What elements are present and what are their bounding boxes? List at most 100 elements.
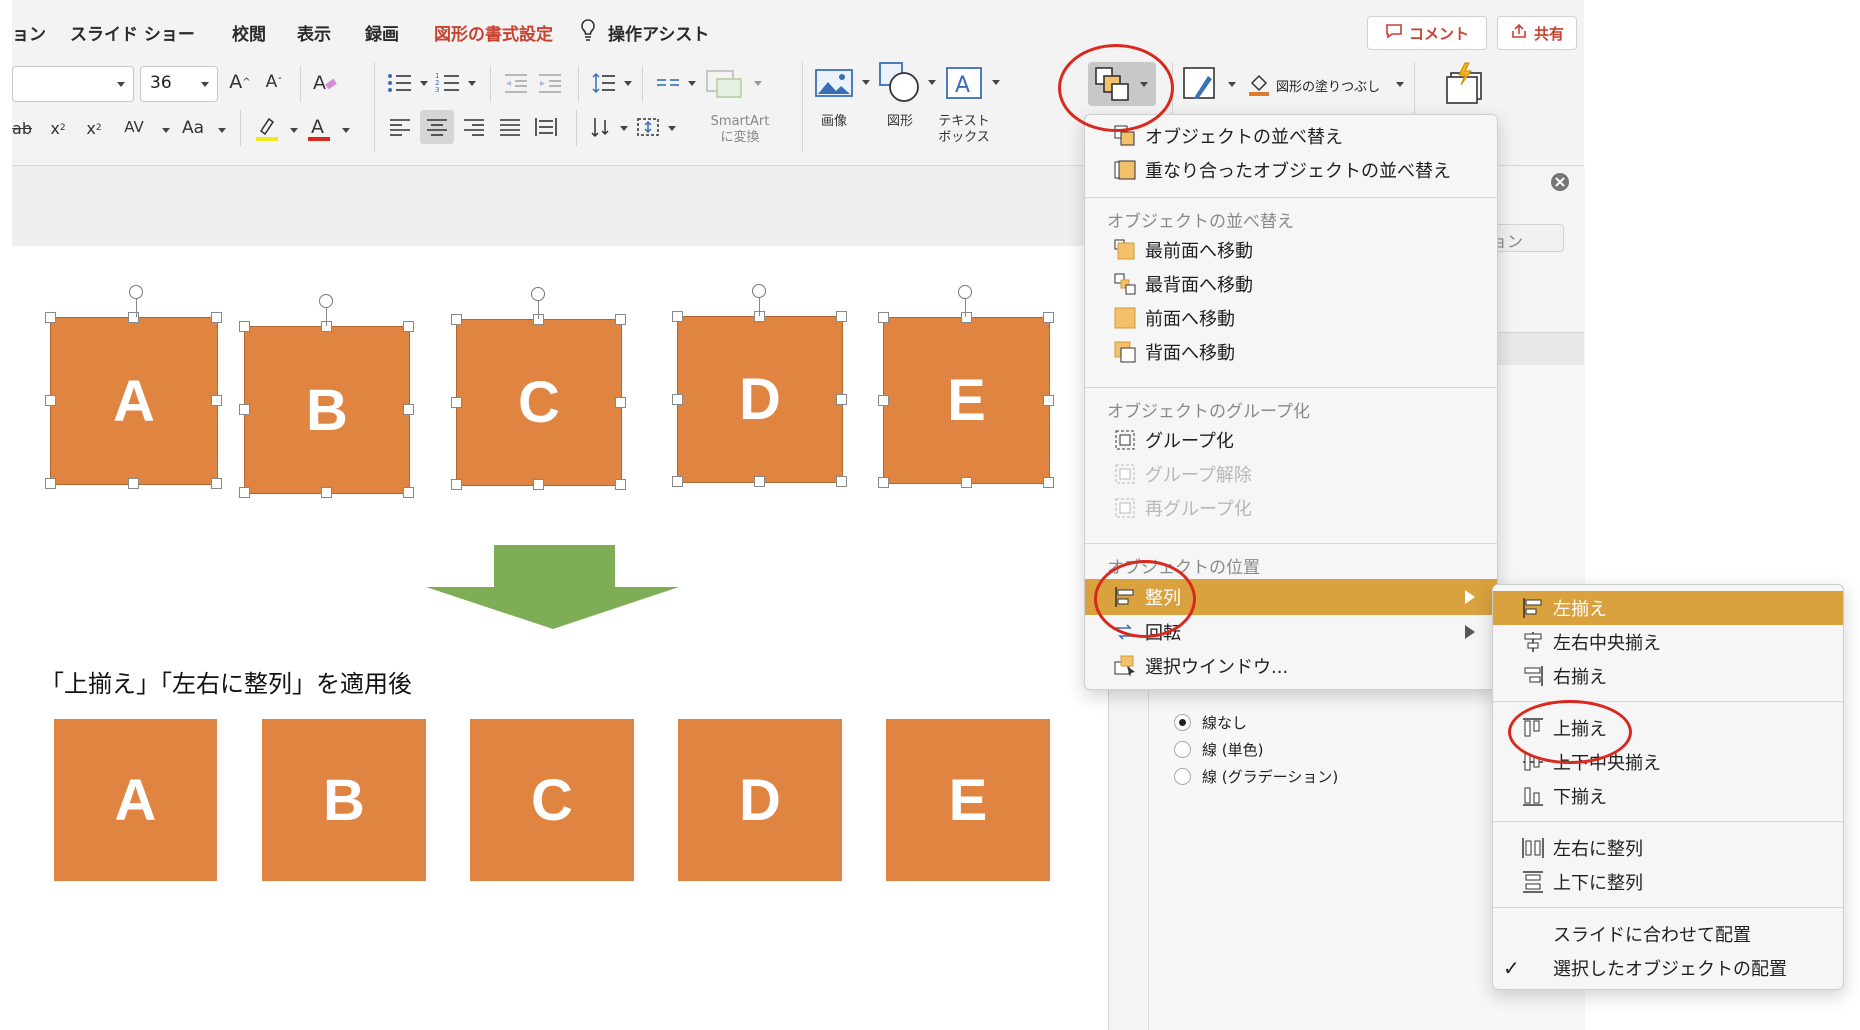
resize-handle[interactable] (615, 396, 626, 408)
bullets-icon[interactable] (386, 70, 414, 96)
resize-handle[interactable] (211, 395, 222, 406)
line-solid-radio[interactable] (1174, 741, 1191, 758)
resize-handle[interactable] (615, 479, 626, 490)
smartart-convert-icon[interactable] (702, 62, 746, 104)
align-text-icon[interactable] (634, 114, 662, 140)
resize-handle[interactable] (1043, 394, 1054, 406)
resize-handle[interactable] (45, 478, 56, 489)
shape-c-original[interactable]: C (456, 319, 622, 486)
tab-tell-me[interactable]: 操作アシスト (608, 20, 709, 45)
menu-group[interactable]: グループ化 (1085, 423, 1497, 457)
increase-indent-icon[interactable] (536, 70, 564, 96)
menu-selection-pane[interactable]: 選択ウインドウ... (1085, 649, 1497, 683)
resize-handle[interactable] (672, 311, 683, 322)
line-spacing-icon[interactable] (590, 70, 618, 96)
menu-ungroup[interactable]: グループ解除 (1085, 457, 1497, 491)
grow-font-icon[interactable]: A ^ (226, 68, 254, 96)
shrink-font-icon[interactable]: Aˇ (260, 68, 288, 96)
menu-reorder-overlapping[interactable]: 重なり合ったオブジェクトの並べ替え (1085, 153, 1497, 187)
resize-handle[interactable] (45, 312, 56, 323)
resize-handle[interactable] (1043, 477, 1054, 488)
font-color-icon[interactable]: A (304, 112, 334, 144)
shape-c-aligned[interactable]: C (470, 719, 634, 881)
tab-slideshow[interactable]: スライド ショー (70, 20, 195, 45)
resize-handle[interactable] (321, 487, 332, 498)
font-name-dropdown[interactable] (12, 66, 134, 102)
change-case-icon[interactable]: Aa (178, 114, 208, 142)
columns-icon[interactable] (654, 70, 682, 96)
menu-send-backward[interactable]: 背面へ移動 (1085, 335, 1497, 369)
submenu-align-bottom[interactable]: 下揃え (1493, 779, 1843, 813)
textbox-icon[interactable]: A (942, 62, 986, 104)
resize-handle[interactable] (878, 394, 889, 406)
align-left-icon[interactable] (386, 114, 414, 140)
shape-e-aligned[interactable]: E (886, 719, 1050, 881)
tab-review[interactable]: 校閲 (232, 20, 266, 45)
resize-handle[interactable] (672, 476, 683, 487)
paint-bucket-icon[interactable] (1246, 70, 1272, 98)
menu-bring-forward[interactable]: 前面へ移動 (1085, 301, 1497, 335)
resize-handle[interactable] (403, 321, 414, 332)
menu-bring-to-front[interactable]: 最前面へ移動 (1085, 233, 1497, 267)
resize-handle[interactable] (403, 404, 414, 415)
shape-a-aligned[interactable]: A (54, 719, 217, 881)
submenu-align-to-slide[interactable]: スライドに合わせて配置 (1493, 917, 1843, 951)
rotate-handle-icon[interactable] (531, 287, 545, 301)
line-none-radio[interactable] (1174, 714, 1191, 731)
resize-handle[interactable] (128, 478, 139, 489)
resize-handle[interactable] (836, 393, 847, 405)
submenu-align-left[interactable]: 左揃え (1493, 591, 1843, 625)
resize-handle[interactable] (403, 487, 414, 498)
tab-record[interactable]: 録画 (365, 20, 399, 45)
submenu-align-right[interactable]: 右揃え (1493, 659, 1843, 693)
rotate-handle-icon[interactable] (319, 294, 333, 308)
numbering-icon[interactable]: 123 (434, 70, 462, 96)
tab-shape-format[interactable]: 図形の書式設定 (434, 20, 553, 45)
shape-outline-icon[interactable] (1178, 62, 1222, 106)
submenu-distribute-horizontally[interactable]: 左右に整列 (1493, 831, 1843, 865)
resize-handle[interactable] (451, 479, 462, 490)
resize-handle[interactable] (754, 476, 765, 487)
resize-handle[interactable] (211, 312, 222, 323)
shape-b-aligned[interactable]: B (262, 719, 426, 881)
resize-handle[interactable] (451, 314, 462, 325)
rotate-handle-icon[interactable] (752, 284, 766, 298)
shape-fill-label[interactable]: 図形の塗りつぶし (1276, 76, 1380, 95)
comment-button[interactable]: コメント (1367, 16, 1487, 50)
resize-handle[interactable] (960, 477, 972, 488)
resize-handle[interactable] (672, 393, 683, 405)
resize-handle[interactable] (239, 321, 250, 332)
resize-handle[interactable] (239, 487, 250, 498)
highlight-color-icon[interactable] (252, 112, 282, 144)
resize-handle[interactable] (960, 312, 972, 323)
resize-handle[interactable] (533, 479, 544, 490)
resize-handle[interactable] (615, 314, 626, 325)
font-size-dropdown[interactable]: 36 (140, 66, 218, 102)
resize-handle[interactable] (45, 395, 56, 406)
shape-d-aligned[interactable]: D (678, 719, 842, 881)
shape-b-original[interactable]: B (244, 326, 410, 494)
justify-icon[interactable] (496, 114, 524, 140)
close-pane-icon[interactable] (1550, 172, 1570, 192)
shape-e-original[interactable]: E (883, 317, 1050, 484)
shape-d-original[interactable]: D (677, 316, 843, 483)
menu-send-to-back[interactable]: 最背面へ移動 (1085, 267, 1497, 301)
resize-handle[interactable] (451, 396, 462, 408)
resize-handle[interactable] (211, 478, 222, 489)
shape-a-original[interactable]: A (50, 317, 218, 485)
tab-view[interactable]: 表示 (297, 20, 331, 45)
strikethrough-icon[interactable]: ab (12, 114, 32, 142)
menu-regroup[interactable]: 再グループ化 (1085, 491, 1497, 525)
distributed-icon[interactable] (532, 114, 560, 140)
resize-handle[interactable] (128, 312, 139, 323)
shapes-icon[interactable] (878, 60, 922, 106)
align-right-icon[interactable] (460, 114, 488, 140)
line-gradient-radio[interactable] (1174, 768, 1191, 785)
resize-handle[interactable] (878, 477, 889, 488)
character-spacing-icon[interactable]: AV (114, 112, 154, 142)
submenu-align-selected-objects[interactable]: ✓ 選択したオブジェクトの配置 (1493, 951, 1843, 985)
resize-handle[interactable] (1043, 312, 1054, 323)
submenu-align-center[interactable]: 左右中央揃え (1493, 625, 1843, 659)
resize-handle[interactable] (836, 311, 847, 322)
image-icon[interactable] (812, 62, 856, 104)
